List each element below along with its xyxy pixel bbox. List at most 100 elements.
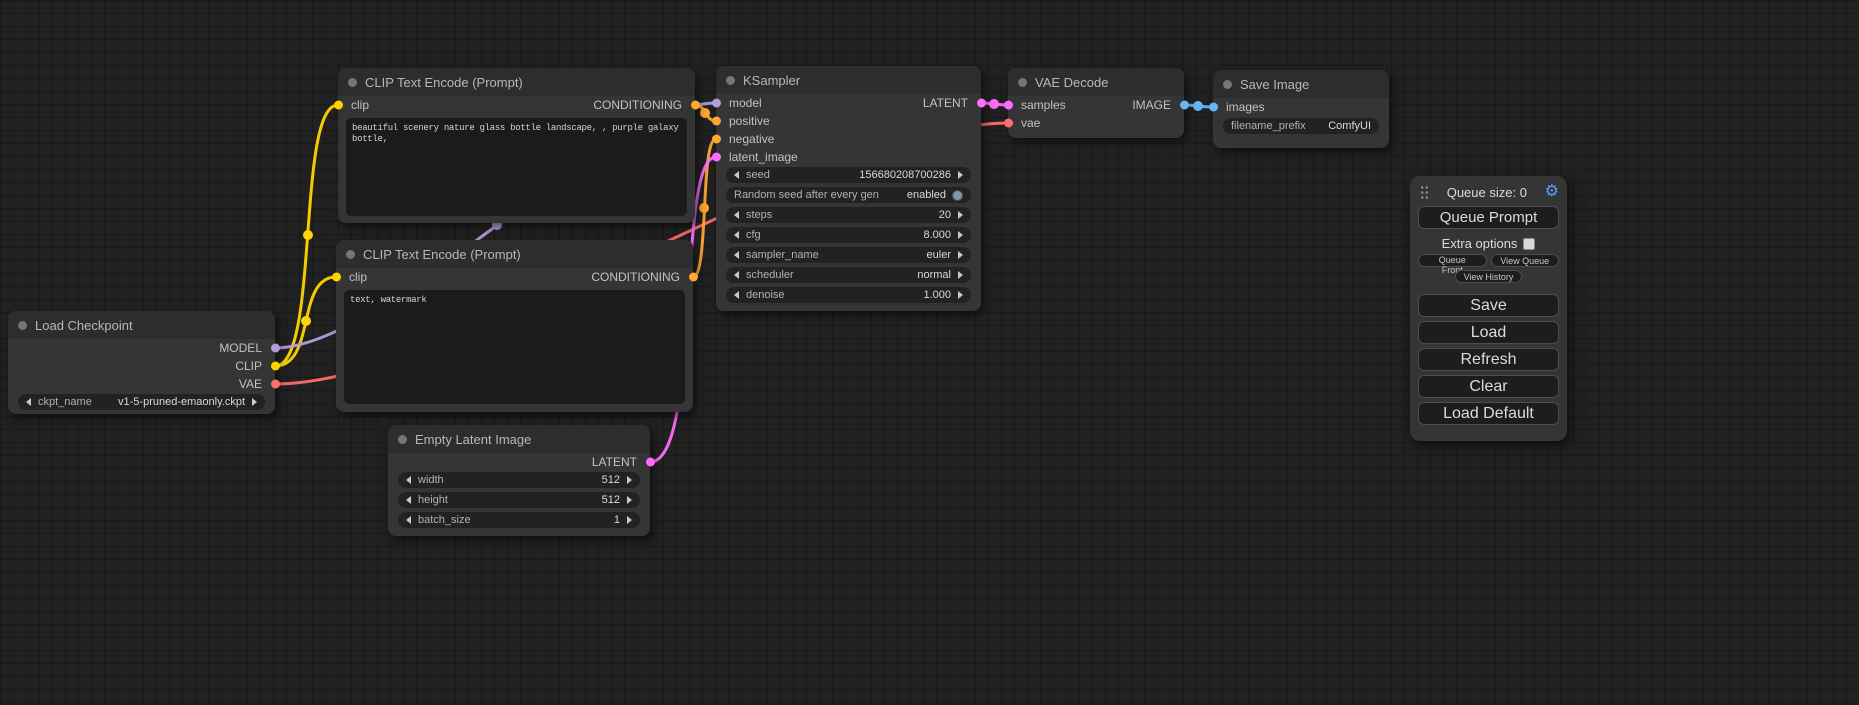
widget-label: batch_size (418, 514, 471, 526)
decrement-arrow-icon[interactable] (406, 516, 411, 524)
extra-options-checkbox[interactable] (1523, 238, 1535, 250)
node-title-bar[interactable]: Empty Latent Image (388, 425, 650, 453)
node-title-bar[interactable]: Save Image (1213, 70, 1389, 98)
node-clip-text-encode-positive[interactable]: CLIP Text Encode (Prompt) clip CONDITION… (338, 68, 695, 223)
clip-output-socket[interactable] (271, 362, 280, 371)
ckpt-name-widget[interactable]: ckpt_name v1-5-pruned-emaonly.ckpt (18, 394, 265, 410)
node-load-checkpoint[interactable]: Load Checkpoint MODEL CLIP VAE ckpt_name… (8, 311, 275, 414)
widget-label: cfg (746, 229, 761, 241)
increment-arrow-icon[interactable] (958, 291, 963, 299)
output-label-vae: VAE (239, 377, 262, 391)
batch-size-widget[interactable]: batch_size 1 (398, 512, 640, 528)
collapse-dot-icon[interactable] (398, 435, 407, 444)
view-history-button[interactable]: View History (1455, 270, 1523, 283)
increment-arrow-icon[interactable] (958, 211, 963, 219)
node-title-bar[interactable]: KSampler (716, 66, 981, 94)
load-default-button[interactable]: Load Default (1418, 402, 1559, 425)
node-graph-canvas[interactable]: Load Checkpoint MODEL CLIP VAE ckpt_name… (0, 0, 1859, 705)
link-dot (699, 203, 709, 213)
increment-arrow-icon[interactable] (627, 516, 632, 524)
collapse-dot-icon[interactable] (346, 250, 355, 259)
input-label-clip: clip (349, 270, 367, 284)
vae-input-socket[interactable] (1004, 119, 1013, 128)
scheduler-widget[interactable]: scheduler normal (726, 267, 971, 283)
extra-options-label: Extra options (1442, 236, 1518, 251)
widget-label: filename_prefix (1231, 120, 1306, 132)
random-seed-toggle-widget[interactable]: Random seed after every gen enabled (726, 187, 971, 203)
collapse-dot-icon[interactable] (1018, 78, 1027, 87)
negative-prompt-textarea[interactable]: text, watermark (344, 290, 685, 404)
node-vae-decode[interactable]: VAE Decode samples IMAGE vae (1008, 68, 1184, 138)
cfg-widget[interactable]: cfg 8.000 (726, 227, 971, 243)
decrement-arrow-icon[interactable] (406, 476, 411, 484)
widget-value: normal (917, 269, 951, 281)
collapse-dot-icon[interactable] (726, 76, 735, 85)
node-title-bar[interactable]: CLIP Text Encode (Prompt) (338, 68, 695, 96)
vae-output-socket[interactable] (271, 380, 280, 389)
model-output-socket[interactable] (271, 344, 280, 353)
queue-front-button[interactable]: Queue Front (1418, 254, 1487, 267)
collapse-dot-icon[interactable] (18, 321, 27, 330)
link-dot (303, 230, 313, 240)
save-button[interactable]: Save (1418, 294, 1559, 317)
images-input-socket[interactable] (1209, 103, 1218, 112)
clear-button[interactable]: Clear (1418, 375, 1559, 398)
seed-widget[interactable]: seed 156680208700286 (726, 167, 971, 183)
decrement-arrow-icon[interactable] (734, 271, 739, 279)
negative-input-socket[interactable] (712, 135, 721, 144)
node-save-image[interactable]: Save Image images filename_prefix ComfyU… (1213, 70, 1389, 148)
refresh-button[interactable]: Refresh (1418, 348, 1559, 371)
increment-arrow-icon[interactable] (252, 398, 257, 406)
node-empty-latent-image[interactable]: Empty Latent Image LATENT width 512 heig… (388, 425, 650, 536)
decrement-arrow-icon[interactable] (26, 398, 31, 406)
image-output-socket[interactable] (1180, 101, 1189, 110)
collapse-dot-icon[interactable] (1223, 80, 1232, 89)
positive-prompt-textarea[interactable]: beautiful scenery nature glass bottle la… (346, 118, 687, 216)
decrement-arrow-icon[interactable] (406, 496, 411, 504)
node-title-bar[interactable]: VAE Decode (1008, 68, 1184, 96)
node-title-bar[interactable]: CLIP Text Encode (Prompt) (336, 240, 693, 268)
latent-output-socket[interactable] (646, 458, 655, 467)
increment-arrow-icon[interactable] (958, 271, 963, 279)
collapse-dot-icon[interactable] (348, 78, 357, 87)
node-title: CLIP Text Encode (Prompt) (365, 75, 523, 90)
decrement-arrow-icon[interactable] (734, 291, 739, 299)
node-title-bar[interactable]: Load Checkpoint (8, 311, 275, 339)
view-queue-button[interactable]: View Queue (1491, 254, 1560, 267)
output-label-latent: LATENT (923, 96, 968, 110)
queue-prompt-button[interactable]: Queue Prompt (1418, 206, 1559, 229)
positive-input-socket[interactable] (712, 117, 721, 126)
decrement-arrow-icon[interactable] (734, 211, 739, 219)
decrement-arrow-icon[interactable] (734, 171, 739, 179)
increment-arrow-icon[interactable] (958, 251, 963, 259)
conditioning-output-socket[interactable] (691, 101, 700, 110)
toggle-knob-icon[interactable] (952, 190, 963, 201)
filename-prefix-widget[interactable]: filename_prefix ComfyUI (1223, 118, 1379, 134)
node-clip-text-encode-negative[interactable]: CLIP Text Encode (Prompt) clip CONDITION… (336, 240, 693, 412)
increment-arrow-icon[interactable] (958, 231, 963, 239)
increment-arrow-icon[interactable] (627, 496, 632, 504)
widget-label: width (418, 474, 444, 486)
latent-image-input-socket[interactable] (712, 153, 721, 162)
decrement-arrow-icon[interactable] (734, 231, 739, 239)
increment-arrow-icon[interactable] (958, 171, 963, 179)
drag-handle-icon[interactable] (1420, 185, 1429, 200)
sampler-name-widget[interactable]: sampler_name euler (726, 247, 971, 263)
model-input-socket[interactable] (712, 99, 721, 108)
samples-input-socket[interactable] (1004, 101, 1013, 110)
latent-output-socket[interactable] (977, 99, 986, 108)
node-title: Save Image (1240, 77, 1309, 92)
conditioning-output-socket[interactable] (689, 273, 698, 282)
height-widget[interactable]: height 512 (398, 492, 640, 508)
widget-label: steps (746, 209, 772, 221)
load-button[interactable]: Load (1418, 321, 1559, 344)
increment-arrow-icon[interactable] (627, 476, 632, 484)
decrement-arrow-icon[interactable] (734, 251, 739, 259)
width-widget[interactable]: width 512 (398, 472, 640, 488)
node-ksampler[interactable]: KSampler model LATENT positive negative … (716, 66, 981, 311)
denoise-widget[interactable]: denoise 1.000 (726, 287, 971, 303)
clip-input-socket[interactable] (334, 101, 343, 110)
clip-input-socket[interactable] (332, 273, 341, 282)
gear-icon[interactable]: ⚙ (1545, 184, 1559, 200)
steps-widget[interactable]: steps 20 (726, 207, 971, 223)
